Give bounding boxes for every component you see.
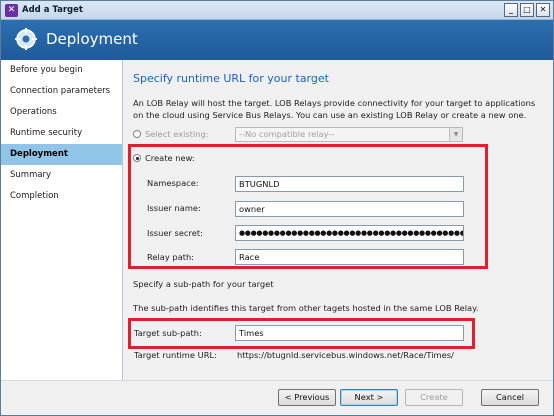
- gear-icon: [15, 28, 37, 50]
- previous-button[interactable]: < Previous: [278, 389, 336, 406]
- wizard-sidebar: Before you begin Connection parameters O…: [1, 60, 123, 380]
- sidebar-item-completion[interactable]: Completion: [1, 186, 122, 207]
- main-panel: Specify runtime URL for your target An L…: [124, 60, 553, 380]
- chevron-down-icon[interactable]: ▼: [449, 128, 462, 141]
- issuer-secret-input[interactable]: ●●●●●●●●●●●●●●●●●●●●●●●●●●●●●●●●●●●●●●●●…: [235, 225, 464, 241]
- next-button[interactable]: Next >: [340, 389, 398, 406]
- caption-buttons: _ □ ✕: [504, 3, 550, 17]
- close-button[interactable]: ✕: [536, 3, 550, 17]
- sidebar-item-before-you-begin[interactable]: Before you begin: [1, 60, 122, 81]
- create-button[interactable]: Create: [405, 389, 463, 406]
- sidebar-item-connection-parameters[interactable]: Connection parameters: [1, 81, 122, 102]
- select-existing-option[interactable]: Select existing:: [133, 129, 209, 139]
- sidebar-item-deployment[interactable]: Deployment: [1, 144, 122, 165]
- select-existing-radio[interactable]: [133, 130, 141, 138]
- title-bar[interactable]: ✕ Add a Target _ □ ✕: [1, 1, 553, 20]
- section-title: Specify runtime URL for your target: [133, 72, 329, 85]
- namespace-input[interactable]: BTUGNLD: [235, 176, 464, 192]
- issuer-name-label: Issuer name:: [147, 203, 201, 213]
- subpath-heading: Specify a sub-path for your target: [133, 279, 274, 289]
- page-header: Deployment: [1, 20, 553, 60]
- relay-path-label: Relay path:: [147, 252, 195, 262]
- minimize-button[interactable]: _: [504, 3, 518, 17]
- section-description: An LOB Relay will host the target. LOB R…: [133, 98, 536, 120]
- create-new-option[interactable]: Create new:: [133, 153, 195, 163]
- existing-relay-select[interactable]: --No compatible relay-- ▼: [235, 127, 463, 142]
- cancel-button[interactable]: Cancel: [481, 389, 539, 406]
- runtime-url-value: https://btugnld.servicebus.windows.net/R…: [237, 350, 454, 360]
- subpath-description: The sub-path identifies this target from…: [133, 303, 479, 313]
- sidebar-item-summary[interactable]: Summary: [1, 165, 122, 186]
- select-existing-label: Select existing:: [145, 129, 209, 139]
- issuer-name-input[interactable]: owner: [235, 201, 464, 217]
- create-new-label: Create new:: [145, 153, 195, 163]
- existing-relay-value: --No compatible relay--: [239, 129, 335, 139]
- target-subpath-input[interactable]: Times: [235, 325, 464, 341]
- issuer-secret-label: Issuer secret:: [147, 228, 203, 238]
- window-title: Add a Target: [22, 5, 83, 15]
- namespace-label: Namespace:: [147, 178, 199, 188]
- page-title: Deployment: [46, 30, 138, 48]
- add-target-window: ✕ Add a Target _ □ ✕ Deployment Before y…: [0, 0, 554, 416]
- create-new-radio[interactable]: [133, 154, 141, 162]
- sidebar-item-operations[interactable]: Operations: [1, 102, 122, 123]
- sidebar-item-runtime-security[interactable]: Runtime security: [1, 123, 122, 144]
- maximize-button[interactable]: □: [520, 3, 534, 17]
- wizard-footer: < Previous Next > Create Cancel: [1, 380, 553, 415]
- relay-path-input[interactable]: Race: [235, 249, 464, 265]
- runtime-url-label: Target runtime URL:: [134, 350, 217, 360]
- target-subpath-label: Target sub-path:: [134, 328, 202, 338]
- app-icon: ✕: [5, 4, 18, 17]
